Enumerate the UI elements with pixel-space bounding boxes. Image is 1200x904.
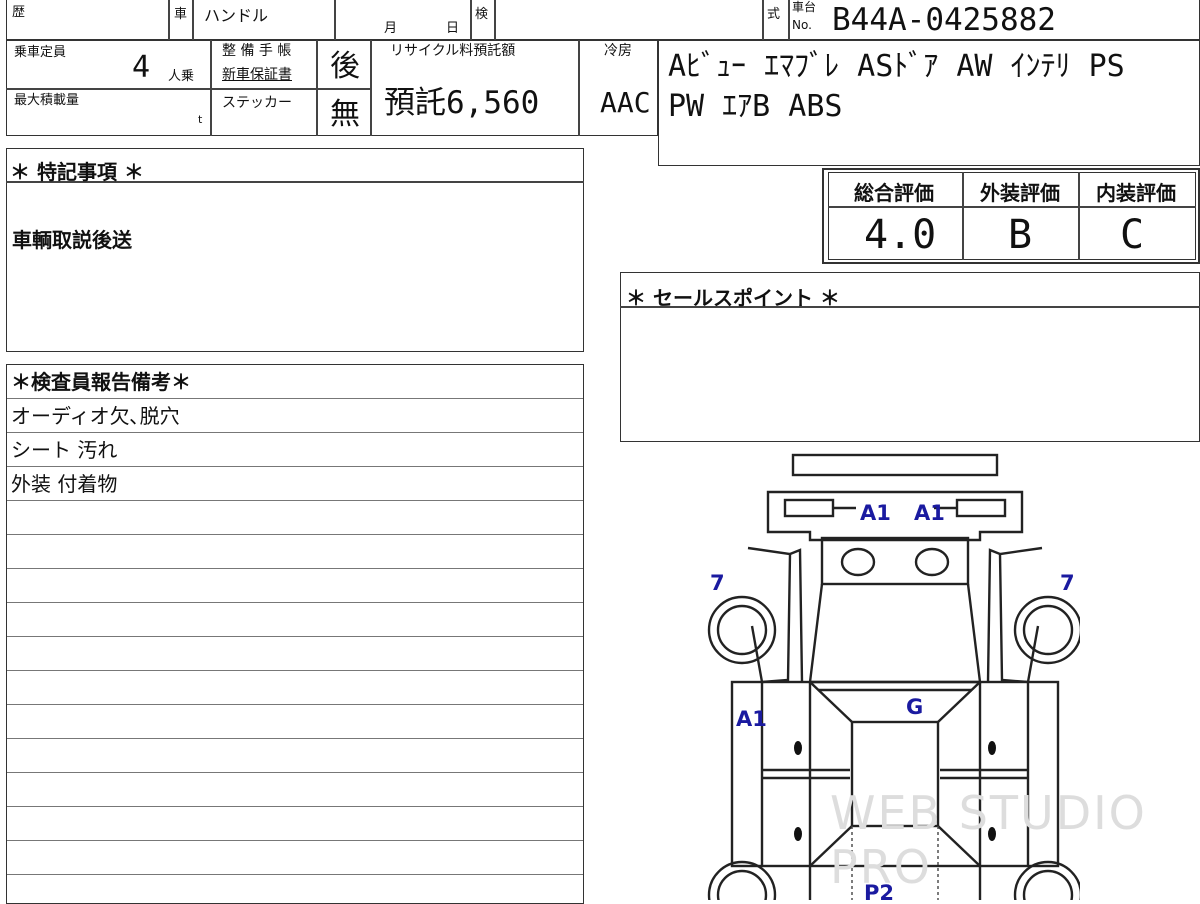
special-notes-text: 車輌取説後送 <box>12 228 132 252</box>
chassis-label-top: 車台 <box>792 0 817 14</box>
right-fender-inner <box>986 548 1001 683</box>
report-row: オーディオ欠､脱穴 <box>7 399 583 433</box>
max-load-unit: t <box>198 113 203 126</box>
exterior-grade-label: 外装評価 <box>980 181 1060 205</box>
header-divider <box>192 0 194 40</box>
maintenance-value: 後 <box>330 49 360 84</box>
inspector-report-box: ＊検査員報告備考＊ オーディオ欠､脱穴 シート 汚れ 外装 付着物 <box>6 364 584 904</box>
windshield-edge <box>809 681 853 723</box>
door-handle <box>794 741 802 755</box>
capacity-label: 乗車定員 <box>14 45 67 60</box>
month-label: 月 <box>384 21 398 36</box>
fog-lamp-left <box>840 547 876 577</box>
chassis-label-bottom: No. <box>792 18 812 32</box>
chassis-number: B44A-0425882 <box>832 2 1056 38</box>
fog-lamp-right <box>914 547 950 577</box>
header-divider <box>470 0 472 40</box>
specs-hline <box>6 88 370 90</box>
hood-outline <box>820 536 970 586</box>
overall-grade-value: 4.0 <box>864 212 937 258</box>
grades-divider <box>1078 172 1080 260</box>
report-row <box>7 705 583 739</box>
report-row <box>7 569 583 603</box>
inspection-label: 検 <box>475 7 489 22</box>
interior-grade-label: 内装評価 <box>1096 181 1176 205</box>
recycle-value: 預託6,560 <box>384 85 540 121</box>
specs-divider <box>370 40 372 136</box>
watermark: WEB STUDIO PRO <box>830 786 1147 894</box>
special-notes-title: ＊ 特記事項 ＊ <box>10 160 144 184</box>
max-load-label: 最大積載量 <box>14 93 80 108</box>
ac-label: 冷房 <box>604 43 632 59</box>
rear-left-tire-inner <box>716 869 768 900</box>
report-row <box>7 535 583 569</box>
grades-hline <box>828 206 1196 208</box>
hood-body-outline <box>808 583 982 684</box>
warranty-label: 新車保証書 <box>222 67 292 83</box>
specs-divider <box>578 40 580 136</box>
sales-points-title: ＊ セールスポイント ＊ <box>626 286 840 310</box>
left-fender-inner <box>789 548 804 683</box>
car-label: 車 <box>174 7 188 22</box>
damage-mark: A1 <box>860 501 891 525</box>
header-divider <box>788 0 790 40</box>
capacity-unit: 人乗 <box>168 69 195 84</box>
front-left-tire-inner <box>716 604 768 656</box>
report-row <box>7 671 583 705</box>
ac-value: AAC <box>600 86 651 119</box>
front-bumper-outline <box>791 453 999 477</box>
report-row <box>7 603 583 637</box>
header-divider <box>762 0 764 40</box>
recycle-label: リサイクル料預託額 <box>390 43 516 59</box>
header-divider <box>494 0 496 40</box>
model-label: 式 <box>767 7 781 22</box>
report-row: 外装 付着物 <box>7 467 583 501</box>
report-row <box>7 841 583 875</box>
headlight-right <box>955 498 1007 518</box>
equipment-line-2: PW ｴｱB ABS <box>668 89 843 124</box>
door-handle <box>794 827 802 841</box>
sticker-label: ステッカー <box>222 95 292 111</box>
report-title-row: ＊検査員報告備考＊ <box>7 365 583 399</box>
damage-mark: 7 <box>710 571 725 595</box>
capacity-value: 4 <box>132 50 151 85</box>
damage-mark: 7 <box>1060 571 1075 595</box>
headlight-left <box>783 498 835 518</box>
header-divider <box>334 0 336 40</box>
damage-mark: G <box>906 695 923 719</box>
report-row <box>7 637 583 671</box>
handle-label: ハンドル <box>204 6 269 25</box>
day-label: 日 <box>446 21 460 36</box>
report-row <box>7 807 583 841</box>
report-row <box>7 739 583 773</box>
sticker-value: 無 <box>330 97 360 132</box>
history-label: 歴 <box>12 5 26 20</box>
overall-grade-label: 総合評価 <box>854 181 934 205</box>
door-handle <box>988 741 996 755</box>
report-row <box>7 773 583 807</box>
damage-mark: A1 <box>914 501 945 525</box>
front-right-tire-inner <box>1022 604 1074 656</box>
damage-mark: A1 <box>736 707 767 731</box>
maintenance-label: 整 備 手 帳 <box>222 43 292 59</box>
report-row: シート 汚れ <box>7 433 583 467</box>
header-divider <box>168 0 170 40</box>
interior-grade-value: C <box>1120 212 1145 258</box>
exterior-grade-value: B <box>1008 212 1033 258</box>
grades-divider <box>962 172 964 260</box>
report-row <box>7 501 583 535</box>
windshield-edge <box>937 681 981 723</box>
equipment-line-1: Aﾋﾞｭｰ ｴﾏﾌﾞﾚ ASﾄﾞｱ AW ｲﾝﾃﾘ PS <box>668 49 1125 84</box>
